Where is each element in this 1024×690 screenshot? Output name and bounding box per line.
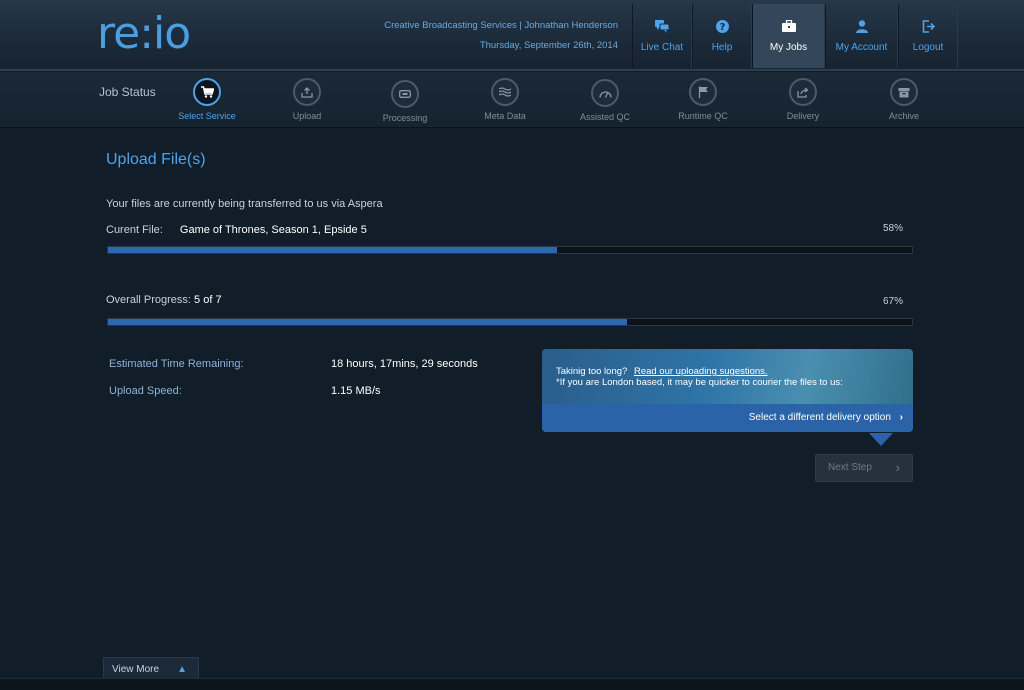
step-label: Select Service xyxy=(178,111,236,121)
nav-help-label: Help xyxy=(711,42,733,53)
step-upload[interactable]: Upload xyxy=(262,78,352,121)
overall-progress-label: Overall Progress: xyxy=(106,294,191,306)
transfer-message: Your files are currently being transferr… xyxy=(106,198,383,210)
nav-my-jobs[interactable]: My Jobs xyxy=(752,4,825,68)
logout-icon xyxy=(921,19,935,33)
step-delivery[interactable]: Delivery xyxy=(758,78,848,121)
promo-line1: Takinig too long? xyxy=(556,366,628,377)
processing-icon xyxy=(391,80,419,108)
user-icon xyxy=(855,19,869,33)
nav-my-account[interactable]: My Account xyxy=(825,4,898,68)
waves-icon xyxy=(491,78,519,106)
step-label: Archive xyxy=(888,111,919,121)
overall-progress-value: 5 of 7 xyxy=(194,294,222,306)
top-nav: Live Chat ? Help My Jobs My Account Logo… xyxy=(632,4,958,68)
step-label: Upload xyxy=(292,111,322,121)
nav-live-chat-label: Live Chat xyxy=(640,42,684,53)
archive-icon xyxy=(890,78,918,106)
chevron-right-icon: › xyxy=(895,460,900,475)
logo[interactable]: re:io xyxy=(97,8,191,59)
different-delivery-option-button[interactable]: Select a different delivery option › xyxy=(542,404,913,432)
next-step-button[interactable]: Next Step › xyxy=(815,454,913,482)
nav-my-account-label: My Account xyxy=(835,42,888,53)
job-status-bar: Job Status Select Service Upload Process… xyxy=(0,72,1024,128)
slow-upload-promo: Takinig too long? Read our uploading sug… xyxy=(542,349,913,432)
step-meta-data[interactable]: Meta Data xyxy=(460,78,550,121)
chat-icon xyxy=(655,19,669,33)
flag-icon xyxy=(689,78,717,106)
step-select-service[interactable]: Select Service xyxy=(162,78,252,121)
nav-help[interactable]: ? Help xyxy=(692,4,752,68)
briefcase-icon xyxy=(781,19,796,33)
nav-live-chat[interactable]: Live Chat xyxy=(632,4,692,68)
current-file-label: Curent File: xyxy=(106,224,163,236)
different-delivery-option-label: Select a different delivery option xyxy=(748,412,891,423)
promo-pointer xyxy=(869,433,893,446)
gauge-icon xyxy=(591,79,619,107)
view-more-label: View More xyxy=(112,664,160,675)
overall-progress-fill xyxy=(108,319,628,325)
overall-progress-percent: 67% xyxy=(882,296,903,307)
current-file-progress-fill xyxy=(108,247,557,253)
promo-line2: *If you are London based, it may be quic… xyxy=(556,377,843,388)
current-file-percent: 58% xyxy=(882,223,903,234)
overall-progress-bar xyxy=(107,318,913,326)
current-file-row: Curent File: Game of Thrones, Season 1, … xyxy=(106,224,367,236)
user-line: Creative Broadcasting Services | Johnath… xyxy=(384,20,618,31)
next-step-label: Next Step xyxy=(828,462,872,473)
step-label: Meta Data xyxy=(484,111,526,121)
promo-text: Takinig too long? Read our uploading sug… xyxy=(542,349,913,404)
header: re:io Creative Broadcasting Services | J… xyxy=(0,0,1024,71)
overall-progress-row: Overall Progress: 5 of 7 xyxy=(106,294,222,306)
upload-speed-label: Upload Speed: xyxy=(109,385,182,397)
step-assisted-qc[interactable]: Assisted QC xyxy=(560,79,650,122)
step-processing[interactable]: Processing xyxy=(360,80,450,123)
current-file-progress-bar xyxy=(107,246,913,254)
nav-my-jobs-label: My Jobs xyxy=(769,42,808,53)
step-label: Delivery xyxy=(786,111,820,121)
cart-icon xyxy=(193,78,221,106)
step-label: Assisted QC xyxy=(579,112,630,122)
page-title: Upload File(s) xyxy=(106,151,206,168)
step-label: Processing xyxy=(382,113,428,123)
footer-bar xyxy=(0,678,1024,690)
step-archive[interactable]: Archive xyxy=(859,78,949,121)
eta-value: 18 hours, 17mins, 29 seconds xyxy=(331,358,478,370)
job-status-label: Job Status xyxy=(99,85,156,99)
nav-logout-label: Logout xyxy=(912,42,944,53)
eta-label: Estimated Time Remaining: xyxy=(109,358,244,370)
upload-icon xyxy=(293,78,321,106)
step-runtime-qc[interactable]: Runtime QC xyxy=(658,78,748,121)
step-label: Runtime QC xyxy=(678,111,728,121)
nav-logout[interactable]: Logout xyxy=(898,4,958,68)
uploading-suggestions-link[interactable]: Read our uploading sugestions. xyxy=(634,366,768,377)
share-icon xyxy=(789,78,817,106)
help-icon: ? xyxy=(715,19,729,33)
current-file-name: Game of Thrones, Season 1, Epside 5 xyxy=(179,224,367,236)
upload-speed-value: 1.15 MB/s xyxy=(331,385,381,397)
date-line: Thursday, September 26th, 2014 xyxy=(479,40,618,51)
chevron-right-icon: › xyxy=(899,412,903,423)
svg-text:?: ? xyxy=(719,22,725,33)
